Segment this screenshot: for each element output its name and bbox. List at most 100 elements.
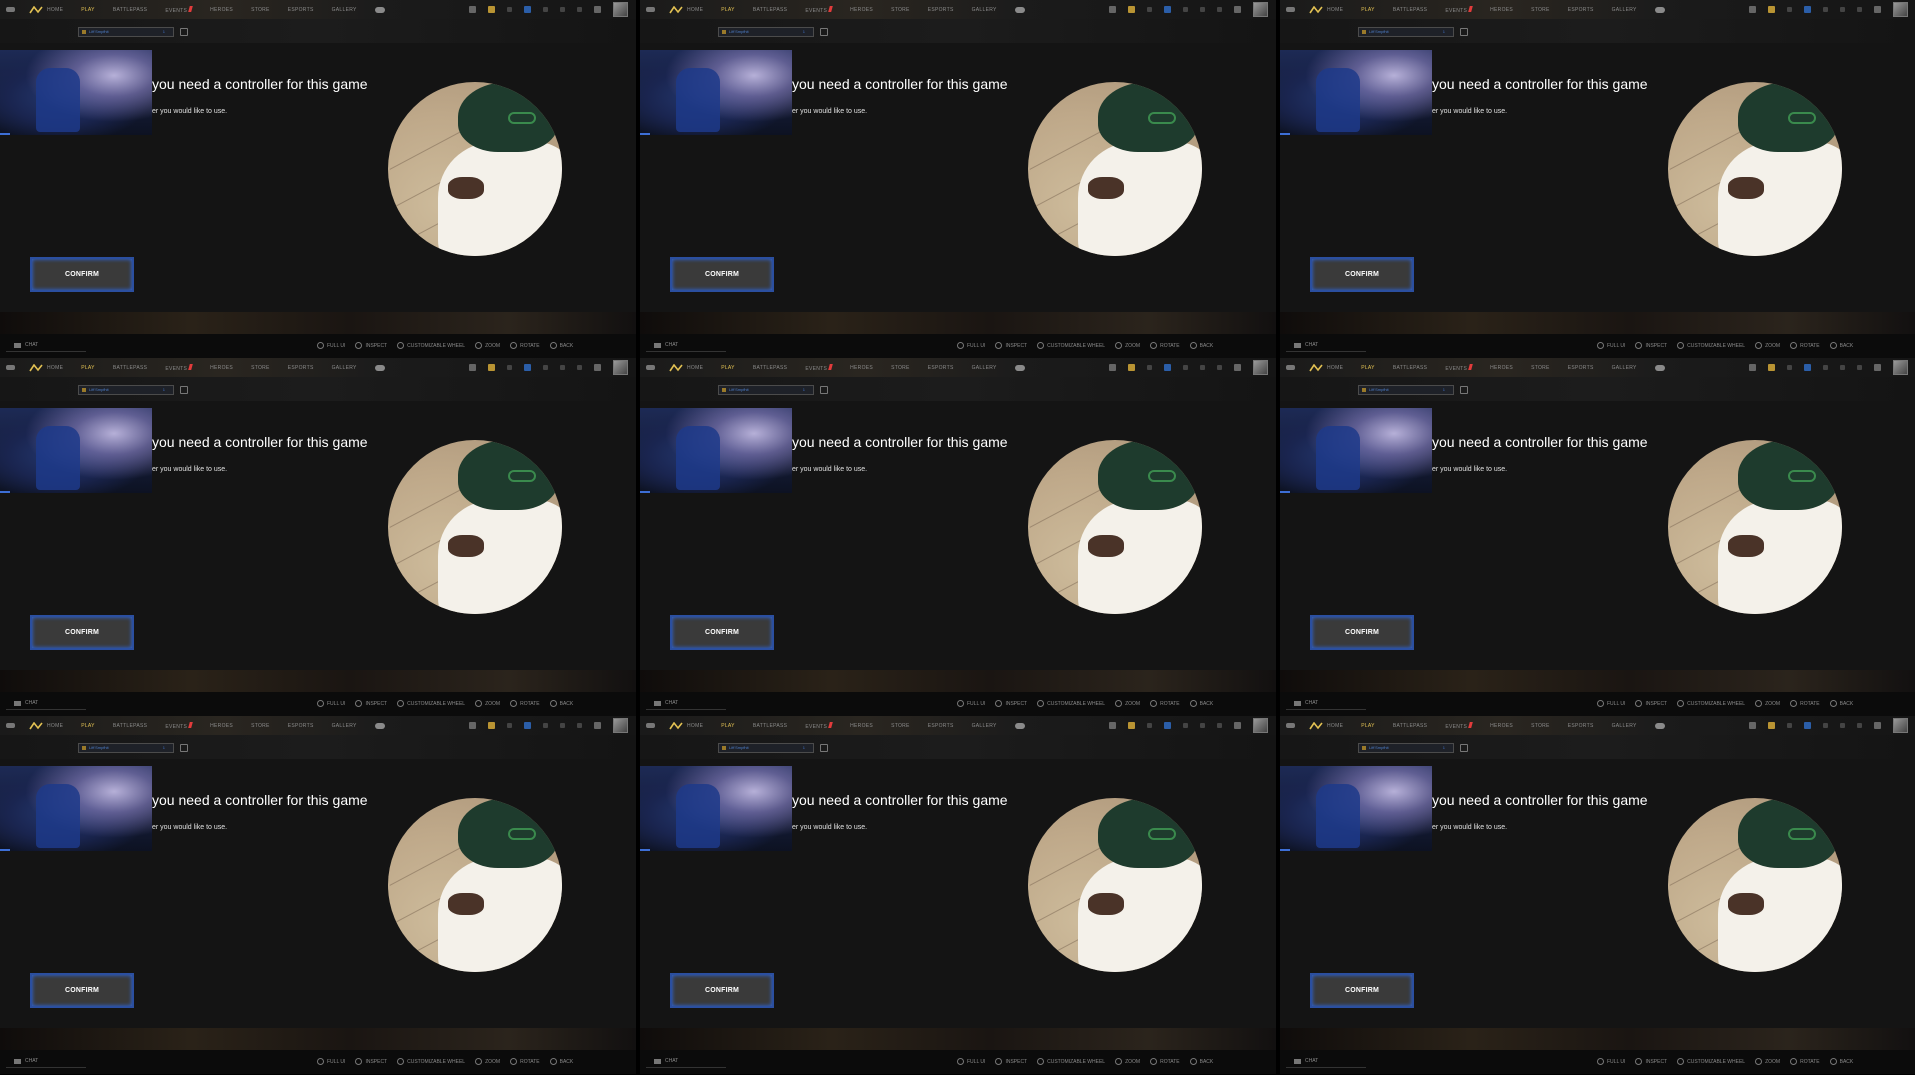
- nav-battlepass[interactable]: BATTLEPASS: [753, 723, 788, 729]
- confirm-button[interactable]: CONFIRM: [30, 615, 134, 650]
- vc-wallet-icon[interactable]: [1804, 722, 1811, 729]
- vc-icon[interactable]: [1014, 722, 1025, 729]
- nba2k-logo-icon[interactable]: [669, 5, 683, 14]
- settings-icon[interactable]: [1200, 365, 1205, 370]
- nav-store[interactable]: STORE: [251, 365, 270, 371]
- hint-rotate[interactable]: ROTATE: [1150, 700, 1180, 707]
- nba2k-logo-icon[interactable]: [669, 721, 683, 730]
- share-icon[interactable]: [1460, 386, 1468, 394]
- player-avatar[interactable]: [1253, 718, 1268, 733]
- hint-full-ui[interactable]: FULL UI: [957, 1058, 985, 1065]
- nav-home[interactable]: HOME: [687, 365, 703, 371]
- hint-zoom[interactable]: ZOOM: [1115, 342, 1140, 349]
- friends-icon[interactable]: [594, 722, 601, 729]
- nba2k-logo-icon[interactable]: [1309, 721, 1323, 730]
- nav-store[interactable]: STORE: [891, 365, 910, 371]
- nav-play[interactable]: PLAY: [721, 365, 735, 371]
- nba2k-logo-icon[interactable]: [669, 363, 683, 372]
- nav-heroes[interactable]: HEROES: [1490, 723, 1513, 729]
- friends-icon[interactable]: [1234, 722, 1241, 729]
- settings-icon[interactable]: [1840, 365, 1845, 370]
- locker-icon[interactable]: [1749, 722, 1756, 729]
- share-icon[interactable]: [1460, 28, 1468, 36]
- nav-store[interactable]: STORE: [251, 7, 270, 13]
- share-icon[interactable]: [1460, 744, 1468, 752]
- hint-zoom[interactable]: ZOOM: [1115, 1058, 1140, 1065]
- nav-events[interactable]: EVENTS: [165, 364, 192, 372]
- hint-inspect[interactable]: INSPECT: [1635, 700, 1667, 707]
- mail-icon[interactable]: [577, 365, 582, 370]
- friends-icon[interactable]: [1874, 6, 1881, 13]
- friends-icon[interactable]: [594, 6, 601, 13]
- tokens-icon[interactable]: [1128, 364, 1135, 371]
- mail-icon[interactable]: [1857, 7, 1862, 12]
- hint-zoom[interactable]: ZOOM: [475, 700, 500, 707]
- hint-back[interactable]: BACK: [1189, 1058, 1213, 1065]
- nav-play[interactable]: PLAY: [81, 365, 95, 371]
- hint-customizable-wheel[interactable]: CUSTOMIZABLE WHEEL: [1677, 342, 1745, 349]
- hint-customizable-wheel[interactable]: CUSTOMIZABLE WHEEL: [1037, 1058, 1105, 1065]
- nav-gallery[interactable]: GALLERY: [972, 723, 997, 729]
- nav-events[interactable]: EVENTS: [805, 722, 832, 730]
- nav-battlepass[interactable]: BATTLEPASS: [113, 7, 148, 13]
- nav-store[interactable]: STORE: [1531, 723, 1550, 729]
- locker-icon[interactable]: [1749, 364, 1756, 371]
- hint-full-ui[interactable]: FULL UI: [957, 700, 985, 707]
- nav-store[interactable]: STORE: [1531, 365, 1550, 371]
- hint-zoom[interactable]: ZOOM: [475, 1058, 500, 1065]
- chat-button[interactable]: CHAT: [1294, 700, 1318, 706]
- hint-zoom[interactable]: ZOOM: [1755, 342, 1780, 349]
- hint-back[interactable]: BACK: [549, 342, 573, 349]
- vc-balance-pill[interactable]: Lift'Smpfhit 1: [78, 385, 174, 395]
- player-avatar[interactable]: [613, 360, 628, 375]
- mail-icon[interactable]: [1217, 7, 1222, 12]
- nba2k-logo-icon[interactable]: [1309, 363, 1323, 372]
- vc-wallet-icon[interactable]: [1164, 364, 1171, 371]
- vc-icon[interactable]: [1654, 6, 1665, 13]
- vc-balance-pill[interactable]: Lift'Smpfhit 1: [718, 385, 814, 395]
- nav-esports[interactable]: ESPORTS: [288, 365, 314, 371]
- hint-rotate[interactable]: ROTATE: [1790, 342, 1820, 349]
- mail-icon[interactable]: [577, 723, 582, 728]
- share-icon[interactable]: [180, 744, 188, 752]
- vc-balance-pill[interactable]: Lift'Smpfhit 1: [718, 743, 814, 753]
- share-icon[interactable]: [180, 28, 188, 36]
- friends-icon[interactable]: [1234, 6, 1241, 13]
- nav-gallery[interactable]: GALLERY: [332, 723, 357, 729]
- nav-esports[interactable]: ESPORTS: [288, 7, 314, 13]
- hint-rotate[interactable]: ROTATE: [510, 342, 540, 349]
- chat-button[interactable]: CHAT: [654, 342, 678, 348]
- hint-rotate[interactable]: ROTATE: [510, 1058, 540, 1065]
- vc-icon[interactable]: [374, 722, 385, 729]
- hint-customizable-wheel[interactable]: CUSTOMIZABLE WHEEL: [1677, 1058, 1745, 1065]
- nav-battlepass[interactable]: BATTLEPASS: [1393, 723, 1428, 729]
- nav-gallery[interactable]: GALLERY: [332, 7, 357, 13]
- confirm-button[interactable]: CONFIRM: [670, 973, 774, 1008]
- hint-inspect[interactable]: INSPECT: [355, 342, 387, 349]
- nav-battlepass[interactable]: BATTLEPASS: [113, 365, 148, 371]
- vc-wallet-icon[interactable]: [524, 364, 531, 371]
- mail-icon[interactable]: [1217, 365, 1222, 370]
- nav-events[interactable]: EVENTS: [165, 722, 192, 730]
- hint-inspect[interactable]: INSPECT: [995, 700, 1027, 707]
- tokens-icon[interactable]: [488, 6, 495, 13]
- hint-customizable-wheel[interactable]: CUSTOMIZABLE WHEEL: [1037, 700, 1105, 707]
- nav-home[interactable]: HOME: [47, 365, 63, 371]
- chat-button[interactable]: CHAT: [1294, 342, 1318, 348]
- nav-play[interactable]: PLAY: [721, 7, 735, 13]
- nav-play[interactable]: PLAY: [81, 723, 95, 729]
- hint-inspect[interactable]: INSPECT: [995, 1058, 1027, 1065]
- hint-inspect[interactable]: INSPECT: [1635, 342, 1667, 349]
- settings-icon[interactable]: [560, 365, 565, 370]
- hint-zoom[interactable]: ZOOM: [1115, 700, 1140, 707]
- nav-battlepass[interactable]: BATTLEPASS: [113, 723, 148, 729]
- vc-wallet-icon[interactable]: [1804, 6, 1811, 13]
- hint-full-ui[interactable]: FULL UI: [317, 700, 345, 707]
- hint-full-ui[interactable]: FULL UI: [1597, 700, 1625, 707]
- nav-play[interactable]: PLAY: [721, 723, 735, 729]
- share-icon[interactable]: [820, 28, 828, 36]
- vc-balance-pill[interactable]: Lift'Smpfhit 1: [78, 27, 174, 37]
- friends-icon[interactable]: [1234, 364, 1241, 371]
- nav-heroes[interactable]: HEROES: [850, 723, 873, 729]
- player-avatar[interactable]: [1253, 360, 1268, 375]
